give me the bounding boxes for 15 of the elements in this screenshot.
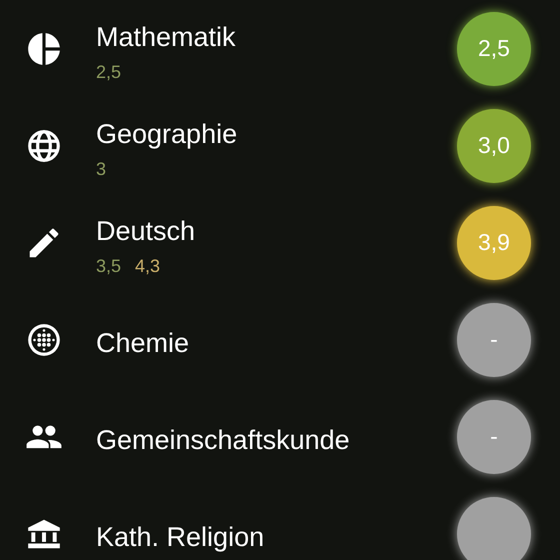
grade: 4,3 [135,254,160,276]
average-badge: 3,9 [457,206,531,280]
grade: 3 [96,158,106,180]
grade: 2,5 [96,60,122,82]
subject-name: Gemeinschaftskunde [96,424,351,456]
average-badge: 3,0 [457,108,531,182]
average-badge: - [457,302,531,376]
average-badge: - [457,400,531,474]
grade: 3,5 [96,254,122,276]
subject-name: Geographie [96,118,238,150]
subject-name: Deutsch [96,214,196,246]
subject-name: Kath. Religion [96,520,266,552]
average-badge: 2,5 [457,12,531,86]
subject-name: Chemie [96,326,190,358]
subject-name: Mathematik [96,20,237,52]
